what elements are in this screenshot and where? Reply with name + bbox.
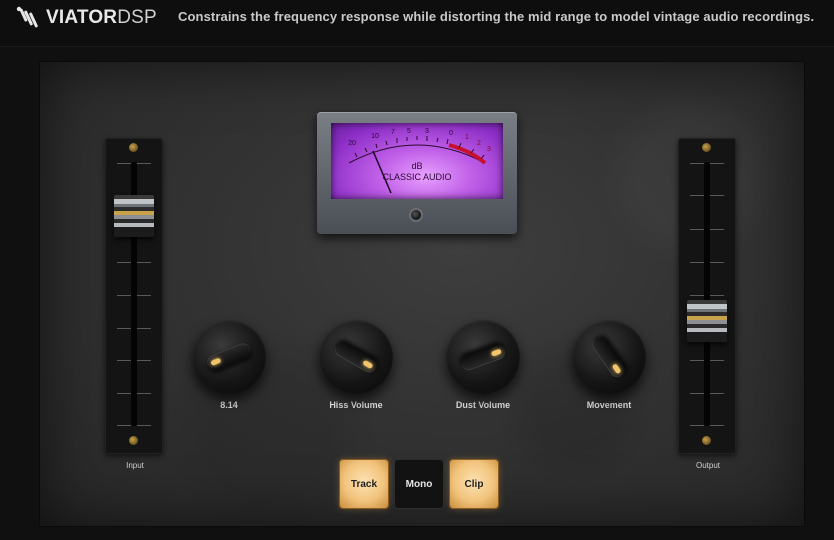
fader-tick xyxy=(137,425,151,426)
fader-track xyxy=(704,162,710,426)
knob-drive[interactable]: 8.14 xyxy=(184,320,274,410)
meter-unit: dB xyxy=(411,161,422,171)
fader-tick xyxy=(117,425,131,426)
fader-tick xyxy=(137,360,151,361)
knob-pointer xyxy=(204,340,254,374)
fader-tick xyxy=(710,360,724,361)
scale-label: 0 xyxy=(449,130,453,137)
fader-tick xyxy=(710,262,724,263)
fader-tick xyxy=(690,262,704,263)
hiss-volume-knob[interactable] xyxy=(319,320,393,394)
knob-hiss-volume[interactable]: Hiss Volume xyxy=(311,320,401,410)
vu-meter: 20 10 7 5 3 0 1 2 3 dB CLASSIC AUDIO xyxy=(317,112,517,234)
fader-tick xyxy=(117,262,131,263)
knob-dust-volume[interactable]: Dust Volume xyxy=(438,320,528,410)
top-bar: VIATORDSP Constrains the frequency respo… xyxy=(0,0,834,47)
fader-tick xyxy=(137,262,151,263)
input-label: Input xyxy=(126,461,144,470)
scale-label: 3 xyxy=(487,146,491,153)
viator-logo-icon xyxy=(16,6,38,28)
input-fader-handle[interactable] xyxy=(114,195,154,238)
fader-tick xyxy=(710,229,724,230)
brand-bold-text: VIATOR xyxy=(46,7,118,28)
fader-tick xyxy=(690,229,704,230)
fader-tick xyxy=(690,425,704,426)
knob-pointer xyxy=(332,338,380,376)
plugin-panel: Input Output 20 10 7 5 3 0 1 2 3 dB CLAS… xyxy=(40,62,804,526)
fader-tick xyxy=(710,295,724,296)
fader-bottom-screw xyxy=(129,436,138,445)
fader-tick xyxy=(117,328,131,329)
brand-logo: VIATORDSP xyxy=(16,6,157,30)
drive-knob[interactable] xyxy=(192,320,266,394)
clip-button[interactable]: Clip xyxy=(450,460,498,508)
brand-light-text: DSP xyxy=(117,7,157,28)
fader-tick xyxy=(690,163,704,164)
fader-tick xyxy=(710,393,724,394)
knob-label: Movement xyxy=(586,400,632,410)
scale-label: 20 xyxy=(348,140,356,147)
knob-indicator-led xyxy=(362,359,374,370)
knob-movement[interactable]: Movement xyxy=(564,320,654,410)
vu-meter-face: 20 10 7 5 3 0 1 2 3 dB CLASSIC AUDIO xyxy=(331,123,503,199)
scale-label: 5 xyxy=(407,128,411,135)
track-button[interactable]: Track xyxy=(340,460,388,508)
scale-label: 10 xyxy=(371,133,379,140)
knob-indicator-led xyxy=(210,357,222,366)
scale-label: 1 xyxy=(465,134,469,141)
scale-label: 7 xyxy=(391,129,395,136)
knob-indicator-led xyxy=(611,363,622,375)
brand-name: VIATORDSP xyxy=(46,7,157,29)
knob-label: 8.14 xyxy=(220,400,238,410)
input-fader[interactable] xyxy=(105,138,163,454)
fader-tick xyxy=(137,295,151,296)
fader-tick xyxy=(690,195,704,196)
scale-label: 2 xyxy=(477,140,481,147)
fader-top-screw xyxy=(702,143,711,152)
output-label: Output xyxy=(695,461,720,470)
fader-tick xyxy=(137,328,151,329)
knob-label: Hiss Volume xyxy=(329,400,383,410)
fader-tick xyxy=(710,195,724,196)
knob-pointer xyxy=(589,333,629,381)
meter-brand: CLASSIC AUDIO xyxy=(382,172,451,182)
movement-knob[interactable] xyxy=(572,320,646,394)
fader-tick xyxy=(690,295,704,296)
mono-button[interactable]: Mono xyxy=(395,460,443,508)
output-fader-handle[interactable] xyxy=(687,299,727,342)
vu-meter-scale: 20 10 7 5 3 0 1 2 3 dB CLASSIC AUDIO xyxy=(348,128,491,194)
knob-label: Dust Volume xyxy=(455,400,511,410)
dust-volume-knob[interactable] xyxy=(446,320,520,394)
fader-top-screw xyxy=(129,143,138,152)
fader-tick xyxy=(117,163,131,164)
output-fader[interactable] xyxy=(678,138,736,454)
fader-tick xyxy=(117,295,131,296)
fader-tick xyxy=(117,393,131,394)
knob-indicator-led xyxy=(490,348,502,357)
fader-tick xyxy=(137,393,151,394)
scale-label: 3 xyxy=(425,128,429,135)
plugin-description: Constrains the frequency response while … xyxy=(178,9,815,24)
knob-pointer xyxy=(458,341,508,373)
fader-tick xyxy=(137,163,151,164)
fader-bottom-screw xyxy=(702,436,711,445)
fader-tick xyxy=(710,425,724,426)
fader-tick xyxy=(710,163,724,164)
fader-tick xyxy=(690,360,704,361)
meter-zero-adjust-screw xyxy=(411,210,421,220)
fader-tick xyxy=(117,360,131,361)
fader-tick xyxy=(690,393,704,394)
